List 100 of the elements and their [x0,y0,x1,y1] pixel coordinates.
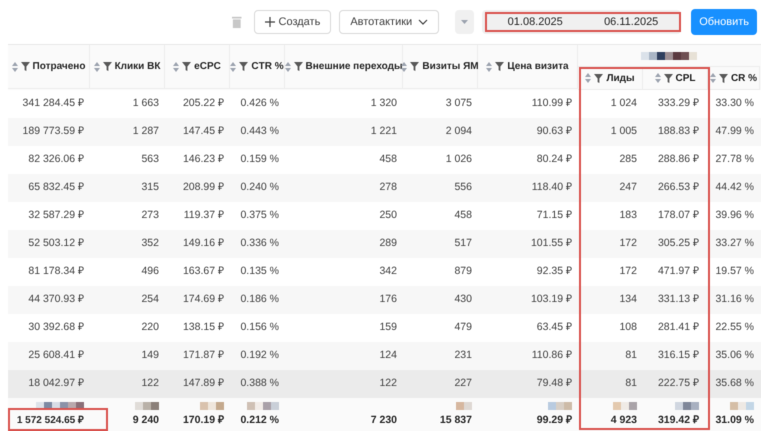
table-cell-text: 458 [379,152,397,168]
table-cell-text: 289 [379,236,397,252]
column-header[interactable]: Визиты ЯМ [401,59,479,74]
table-row[interactable]: 44 370.93 ₽ 254 174.69 ₽ 0.186 % 176 430 103.19 ₽ 134 331.13 ₽ 31.16 % [8,286,761,314]
table-cell-text: 92.35 ₽ [536,264,572,280]
table-cell-text: 254 [141,292,159,308]
table-cell-text: 103.19 ₽ [530,292,572,308]
table-cell-text: 79.48 ₽ [536,376,572,392]
table-row[interactable]: 189 773.59 ₽ 1 287 147.45 ₽ 0.443 % 1 221 2 094 90.63 ₽ 1 005 188.83 ₽ 47.99 % [8,118,761,146]
table-cell-text: 266.53 ₽ [658,180,699,196]
column-header[interactable]: Внешние переходы [284,59,403,74]
sort-icon[interactable] [401,62,408,72]
table-cell-text: 231 [454,348,472,364]
tactics-dropdown[interactable]: Автотактики [339,10,440,34]
table-cell-text: 47.99 % [715,124,754,140]
table-cell-text: 563 [141,152,159,168]
table-cell-text: 35.68 % [715,376,754,392]
table-cell-text: 458 [454,208,472,224]
table-cell-text: 315 [141,180,159,196]
table-cell-text: 82 326.06 ₽ [28,152,84,168]
column-header[interactable]: CPL [654,70,696,86]
column-title: Потрачено [32,60,86,74]
table-cell-text: 183 [619,208,637,224]
table-row[interactable]: 25 608.41 ₽ 149 171.87 ₽ 0.192 % 124 231 110.86 ₽ 81 316.15 ₽ 35.06 % [8,342,761,370]
filter-icon[interactable] [102,62,112,71]
plus-icon [264,17,275,27]
table-cell-text: 479 [454,320,472,336]
table-cell-text: 81 [625,348,637,364]
filter-icon[interactable] [664,74,672,82]
table-cell-text: 0.192 % [240,348,279,364]
filter-icon[interactable] [294,62,302,71]
column-header[interactable]: Лиды [585,70,635,86]
table-cell-text: 71.15 ₽ [536,208,572,224]
table-cell-text: 205.22 ₽ [182,96,224,112]
pixelated-label [641,52,697,60]
filter-icon[interactable] [410,62,420,71]
table-cell-text: 1 005 [610,124,637,140]
table-cell-text: 316.15 ₽ [658,348,699,364]
table-cell-text: 25 608.41 ₽ [28,348,84,364]
filter-icon[interactable] [20,62,30,71]
table-cell-text: 1 221 [370,124,397,140]
create-button[interactable]: Создать [254,10,332,34]
table-cell-text: 33.27 % [715,236,754,252]
column-header[interactable]: CR % [710,70,758,86]
date-to[interactable]: 06.11.2025 [583,14,680,30]
table-cell-text: 124 [379,348,397,364]
table-cell-text: 188.83 ₽ [658,124,699,140]
table-cell-text: 3 075 [446,96,472,112]
column-title: eCPC [194,60,221,74]
column-title: CR % [730,72,758,86]
table-cell-text: 0.426 % [240,96,279,112]
table-row[interactable]: 65 832.45 ₽ 315 208.99 ₽ 0.240 % 278 556 118.40 ₽ 247 266.53 ₽ 44.42 % [8,174,761,202]
column-header[interactable]: CTR % [230,59,284,74]
table-cell-text: 0.443 % [240,124,279,140]
total-cell-text: 4 923 [610,413,637,428]
filter-icon[interactable] [182,62,192,71]
table-cell-text: 227 [454,376,472,392]
date-from[interactable]: 01.08.2025 [487,14,584,30]
table-cell-text: 0.186 % [240,292,279,308]
table-row[interactable]: 52 503.12 ₽ 352 149.16 ₽ 0.336 % 289 517 101.55 ₽ 172 305.25 ₽ 33.27 % [8,230,761,258]
table-cell-text: 119.37 ₽ [184,208,224,224]
total-cell-text: 7 230 [370,413,397,428]
column-header[interactable]: Цена визита [486,59,569,74]
filter-icon[interactable] [718,74,728,82]
total-cell-text: 170.19 ₽ [182,413,224,428]
column-title: Лиды [606,72,635,86]
table-cell-text: 19.57 % [715,264,754,280]
table-cell-text: 471.97 ₽ [658,264,699,280]
table-cell-text: 333.29 ₽ [658,96,699,112]
column-title: Цена визита [507,60,569,74]
table-cell-text: 222.75 ₽ [658,376,699,392]
table-cell-text: 278 [379,180,397,196]
table-cell-text: 138.15 ₽ [182,320,224,336]
column-title: Клики ВК [114,60,160,74]
table-cell-text: 556 [454,180,472,196]
column-header[interactable]: Клики ВК [94,59,160,74]
filter-icon[interactable] [239,62,248,71]
filter-icon[interactable] [495,62,504,71]
table-cell-text: 147.45 ₽ [182,124,224,140]
filter-icon[interactable] [594,74,604,82]
table-cell-text: 288.86 ₽ [658,152,699,168]
table-cell-text: 189 773.59 ₽ [22,124,84,140]
table-row[interactable]: 18 042.97 ₽ 122 147.89 ₽ 0.388 % 122 227 79.48 ₽ 81 222.75 ₽ 35.68 % [8,370,761,398]
table-cell-text: 30 392.68 ₽ [28,320,84,336]
date-range-field[interactable]: 01.08.2025 06.11.2025 [482,10,682,34]
table-cell-text: 149.16 ₽ [182,236,224,252]
table-cell-text: 172 [619,236,637,252]
column-header[interactable]: eCPC [173,59,221,74]
column-header[interactable]: Потрачено [12,59,86,74]
chevron-down-icon [418,19,428,25]
table-cell-text: 172 [619,264,637,280]
table-cell-text: 1 026 [446,152,472,168]
table-cell-text: 33.30 % [715,96,754,112]
table-cell-text: 80.24 ₽ [536,152,572,168]
table-cell-text: 27.78 % [715,152,754,168]
table-cell-text: 163.67 ₽ [182,264,224,280]
table-cell-text: 0.336 % [240,236,279,252]
table-cell-text: 342 [379,264,397,280]
table-cell-text: 281.41 ₽ [658,320,699,336]
table-cell-text: 122 [379,376,397,392]
